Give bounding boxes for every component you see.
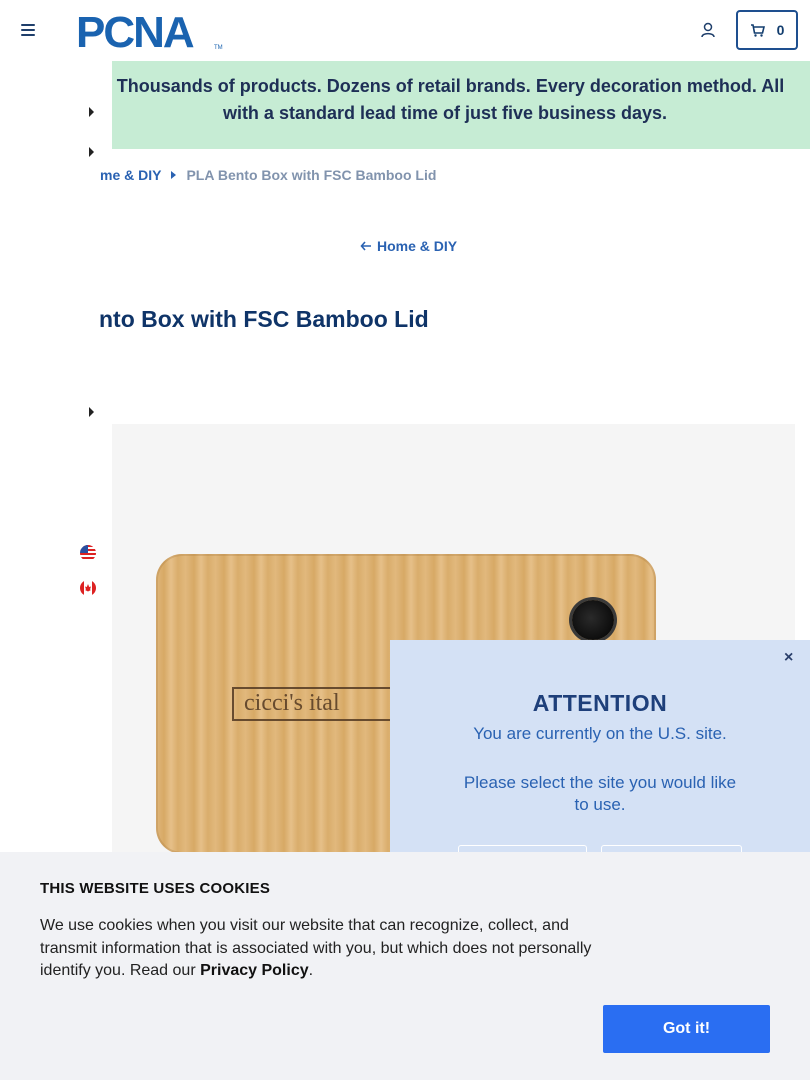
breadcrumb-current: PLA Bento Box with FSC Bamboo Lid [186, 167, 437, 183]
attention-prompt: Please select the site you would like to… [463, 773, 737, 814]
cookie-banner: THIS WEBSITE USES COOKIES We use cookies… [0, 852, 810, 1080]
attention-message: You are currently on the U.S. site. [473, 724, 727, 743]
svg-text:TM: TM [214, 45, 223, 51]
got-it-button[interactable]: Got it! [603, 1005, 770, 1053]
back-link[interactable]: Home & DIY [360, 238, 457, 254]
site-header: PCNA TM 0 [0, 0, 810, 60]
svg-text:PCNA: PCNA [76, 9, 194, 51]
arrow-left-icon [360, 241, 371, 251]
breadcrumb-parent-link[interactable]: me & DIY [100, 167, 161, 183]
site-select-modal: × ATTENTION You are currently on the U.S… [390, 640, 810, 857]
back-link-label: Home & DIY [377, 238, 458, 254]
caret-right-icon[interactable] [89, 407, 94, 417]
close-icon[interactable]: × [784, 649, 793, 667]
pcna-logo[interactable]: PCNA TM [76, 9, 224, 51]
promo-line-2: with a standard lead time of just five b… [222, 103, 668, 123]
cart-button[interactable]: 0 [736, 10, 798, 50]
account-icon[interactable] [699, 21, 717, 39]
caret-right-icon[interactable] [89, 147, 94, 157]
breadcrumb-separator-icon [171, 171, 177, 179]
product-title: nto Box with FSC Bamboo Lid [99, 306, 429, 332]
us-flag-icon[interactable] [80, 545, 96, 561]
cookie-text: We use cookies when you visit our websit… [40, 917, 592, 979]
caret-right-icon[interactable] [89, 107, 94, 117]
menu-icon[interactable] [21, 24, 35, 36]
promo-line-1: ! Thousands of products. Dozens of retai… [105, 76, 785, 96]
privacy-policy-link[interactable]: Privacy Policy [200, 962, 309, 979]
side-nav [0, 60, 112, 852]
cart-icon [750, 23, 765, 37]
lid-knob [572, 600, 614, 640]
promo-banner: ! Thousands of products. Dozens of retai… [106, 61, 810, 149]
canada-flag-icon[interactable] [80, 580, 96, 596]
cart-count: 0 [776, 22, 785, 38]
breadcrumb: me & DIY PLA Bento Box with FSC Bamboo L… [100, 166, 437, 184]
attention-title: ATTENTION [532, 690, 668, 716]
cookie-title: THIS WEBSITE USES COOKIES [40, 880, 271, 897]
lid-engraving: cicci's ital [232, 687, 412, 721]
